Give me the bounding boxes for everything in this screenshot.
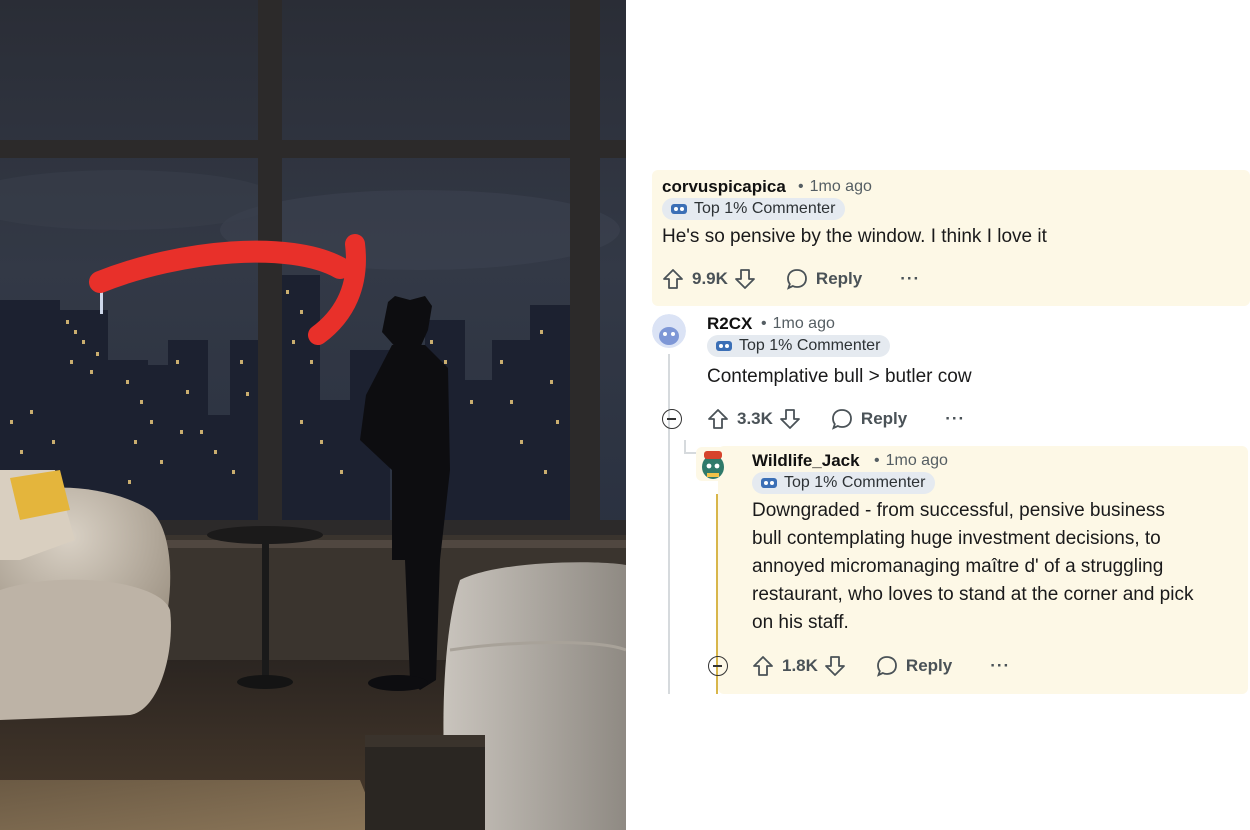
vote-count: 1.8K: [782, 656, 818, 675]
reply-label: Reply: [860, 409, 908, 428]
reply-bubble-icon: [786, 269, 807, 290]
commenter-badge[interactable]: Top 1% Commenter: [662, 198, 846, 220]
comment-timestamp: • 1mo ago: [761, 315, 835, 332]
upvote-icon[interactable]: [662, 268, 684, 290]
comment-username[interactable]: Wildlife_Jack: [752, 451, 860, 471]
comment-line: restaurant, who loves to stand at the co…: [752, 584, 1194, 605]
avatar[interactable]: [696, 447, 730, 481]
downvote-icon[interactable]: [779, 408, 801, 430]
avatar[interactable]: [652, 314, 686, 348]
meta-separator: •: [761, 315, 767, 332]
comment-body: Downgraded - from successful, pensive bu…: [752, 497, 1193, 637]
panel-divider: [626, 0, 638, 830]
thread-branch: [684, 440, 686, 454]
commenter-badge-icon: [671, 204, 687, 214]
reply-bubble-icon: [876, 656, 897, 677]
upvote-icon[interactable]: [707, 408, 729, 430]
downvote-icon[interactable]: [824, 655, 846, 677]
comment-line: annoyed micromanaging maître d' of a str…: [752, 556, 1164, 577]
meta-separator: •: [798, 178, 804, 195]
reply-bubble-icon: [831, 409, 852, 430]
meta-separator: •: [874, 452, 880, 469]
comment-line: Contemplative bull > butler cow: [707, 366, 972, 387]
comment-line: He's so pensive by the window. I think I…: [662, 226, 1047, 247]
comment-thread: corvuspicapica • 1mo ago Top 1% Commenter…: [638, 0, 1250, 830]
comment-actions: 9.9K Reply ···: [662, 266, 920, 292]
commenter-badge-icon: [716, 341, 732, 351]
reply-label: Reply: [905, 656, 953, 675]
comment-line: Downgraded - from successful, pensive bu…: [752, 500, 1165, 521]
comment-username[interactable]: corvuspicapica: [662, 177, 786, 197]
reply-button[interactable]: Reply: [786, 268, 862, 290]
badge-label: Top 1% Commenter: [784, 474, 926, 491]
comment-body: He's so pensive by the window. I think I…: [662, 223, 1047, 251]
reply-label: Reply: [815, 269, 863, 288]
reply-button[interactable]: Reply: [831, 408, 907, 430]
photo-panel: [0, 0, 626, 830]
commenter-badge[interactable]: Top 1% Commenter: [707, 335, 891, 357]
comment-timestamp: • 1mo ago: [874, 452, 948, 469]
more-options-button[interactable]: ···: [990, 656, 1010, 676]
more-options-button[interactable]: ···: [945, 409, 965, 429]
hotel-room-photo: [0, 0, 626, 830]
snoo-avatar-icon: [696, 447, 730, 481]
comment-username[interactable]: R2CX: [707, 314, 752, 334]
collapse-icon[interactable]: [708, 656, 728, 676]
collapse-icon[interactable]: [662, 409, 682, 429]
snoo-avatar-icon: [652, 314, 686, 348]
comment-actions: 3.3K Reply ···: [707, 406, 965, 432]
commenter-badge[interactable]: Top 1% Commenter: [752, 472, 936, 494]
more-options-button[interactable]: ···: [900, 269, 920, 289]
vote-count: 3.3K: [737, 409, 773, 428]
comment-line: on his staff.: [752, 612, 849, 633]
reply-button[interactable]: Reply: [876, 655, 952, 677]
comment-actions: 1.8K Reply ···: [752, 653, 1010, 679]
commenter-badge-icon: [761, 478, 777, 488]
upvote-icon[interactable]: [752, 655, 774, 677]
comment-line: bull contemplating huge investment decis…: [752, 528, 1161, 549]
thread-line[interactable]: [668, 354, 670, 694]
comment-body: Contemplative bull > butler cow: [707, 363, 972, 391]
badge-label: Top 1% Commenter: [694, 200, 836, 217]
vote-count: 9.9K: [692, 269, 728, 288]
comment-timestamp: • 1mo ago: [798, 178, 872, 195]
downvote-icon[interactable]: [734, 268, 756, 290]
badge-label: Top 1% Commenter: [739, 337, 881, 354]
